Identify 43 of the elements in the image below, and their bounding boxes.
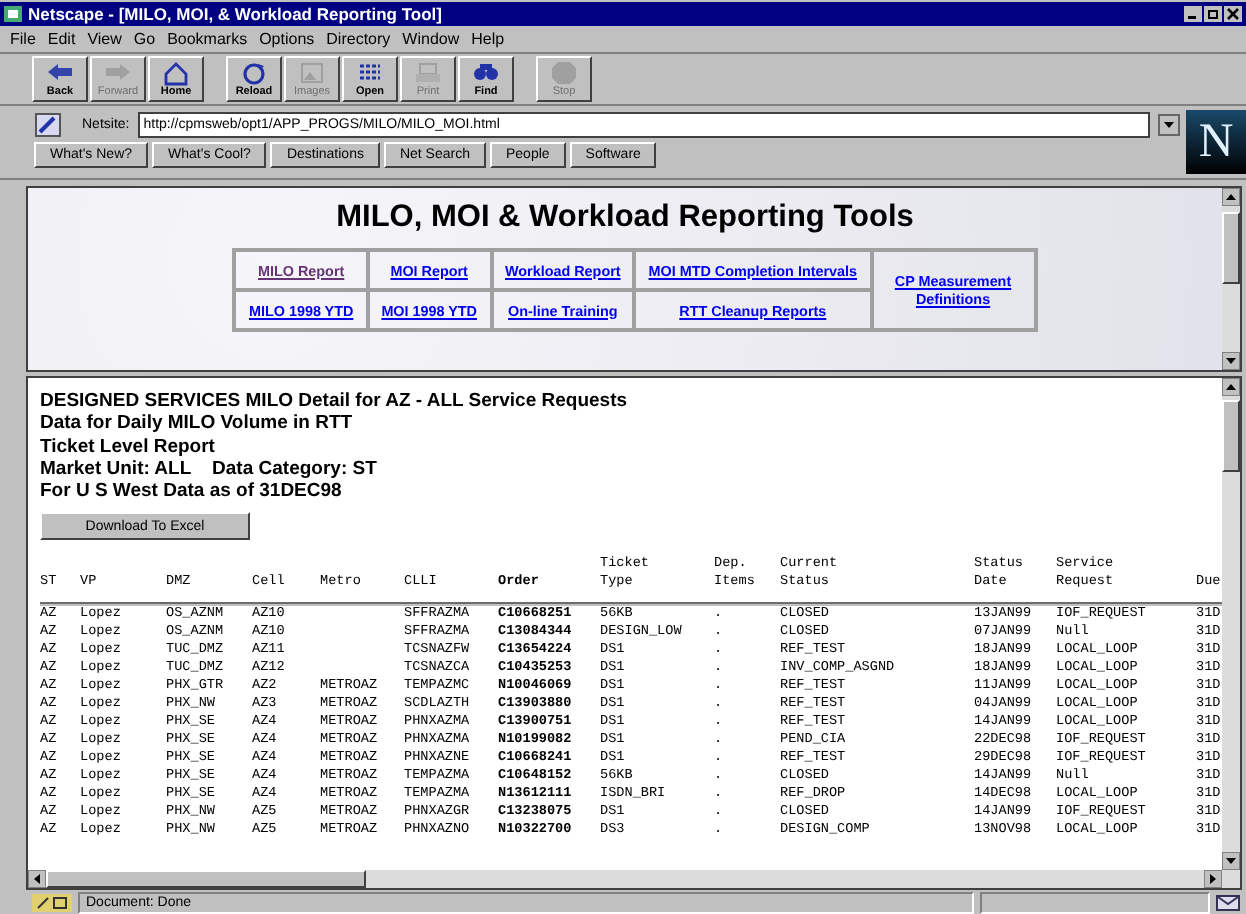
scroll-down-icon[interactable] xyxy=(1222,352,1240,370)
image-icon xyxy=(296,60,328,86)
stop-icon xyxy=(548,60,580,86)
scroll-up-icon[interactable] xyxy=(1222,188,1240,206)
printer-icon xyxy=(412,60,444,86)
page-heading: MILO, MOI & Workload Reporting Tools xyxy=(336,200,914,236)
scroll-up-icon[interactable] xyxy=(1222,378,1240,396)
scrollbar[interactable] xyxy=(28,870,1240,888)
binoculars-icon xyxy=(470,60,502,86)
bookmark-icon[interactable] xyxy=(34,111,62,137)
menu-item[interactable]: View xyxy=(87,30,122,48)
menu-item[interactable]: Window xyxy=(402,30,460,48)
mail-icon[interactable] xyxy=(1216,894,1240,912)
menu-item[interactable]: Options xyxy=(259,30,315,48)
scrollbar[interactable] xyxy=(1222,188,1240,370)
menu-item[interactable]: File xyxy=(10,30,36,48)
scrollbar[interactable] xyxy=(1222,378,1240,870)
arrow-left-icon xyxy=(44,60,76,86)
arrow-right-icon xyxy=(102,60,134,86)
report-title-line: DESIGNED SERVICES MILO Detail for AZ - ALL Service Requests xyxy=(40,390,630,413)
report-title-line: Ticket Level Report xyxy=(40,435,217,458)
menu-item[interactable]: Edit xyxy=(47,30,76,48)
scroll-down-icon[interactable] xyxy=(1222,852,1240,870)
report-title-line: Market Unit: ALL Data Category: ST xyxy=(40,457,379,481)
scroll-thumb[interactable] xyxy=(1222,212,1240,284)
menu-item[interactable]: Bookmarks xyxy=(167,30,248,48)
dropdown-icon[interactable] xyxy=(1158,113,1180,135)
house-icon xyxy=(160,60,192,86)
menu-item[interactable]: Help xyxy=(471,30,505,48)
window-title: Netscape - [MILO, MOI, & Workload Reporting Tool] xyxy=(28,4,444,24)
scroll-right-icon[interactable] xyxy=(1204,870,1222,888)
app-icon xyxy=(4,6,22,22)
report-title-line: For U S West Data as of 31DEC98 xyxy=(40,480,344,503)
netscape-logo: N xyxy=(1186,110,1246,174)
menu-item[interactable]: Directory xyxy=(326,30,391,48)
minimize-icon[interactable] xyxy=(1184,6,1202,22)
reload-icon xyxy=(238,60,270,86)
report-title-line: Data for Daily MILO Volume in RTT xyxy=(40,412,355,436)
scroll-left-icon[interactable] xyxy=(28,870,46,888)
menu-item[interactable]: Go xyxy=(133,30,156,48)
restore-icon[interactable] xyxy=(1204,6,1222,22)
close-icon[interactable] xyxy=(1224,6,1242,22)
scroll-thumb[interactable] xyxy=(1222,400,1240,472)
